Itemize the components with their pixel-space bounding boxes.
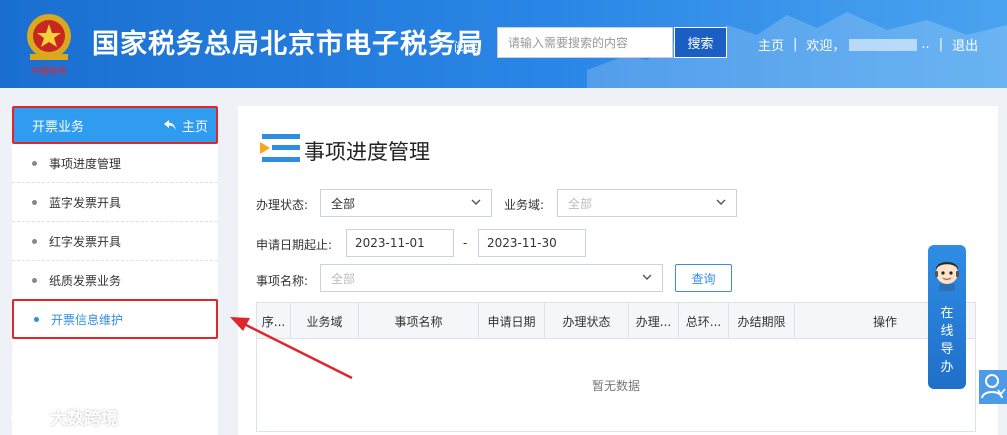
bullet-icon xyxy=(34,316,39,322)
sidebar-item-label: 纸质发票业务 xyxy=(49,273,122,288)
username-ellipsis: .. xyxy=(921,37,930,52)
back-arrow-icon xyxy=(163,120,176,130)
date-start-input[interactable]: 2023-11-01 xyxy=(346,229,454,257)
column-header: 总环... xyxy=(679,303,729,339)
sidebar-section-header: 开票业务 主页 xyxy=(12,106,218,144)
progress-table: 序... 业务域 事项名称 申请日期 办理状态 办理... 总环... 办结期限… xyxy=(256,302,976,432)
domain-select[interactable]: 全部 xyxy=(557,189,737,217)
svg-text:中国税务: 中国税务 xyxy=(31,65,67,77)
sidebar-section-title: 开票业务 xyxy=(32,119,85,135)
wechat-icon xyxy=(11,407,43,426)
date-separator: - xyxy=(463,236,468,250)
sidebar: 开票业务 主页 事项进度管理 蓝字发票开具 红字发票开具 纸质发票业务 开票信息… xyxy=(12,106,218,435)
customer-service-avatar-icon xyxy=(935,262,959,291)
chevron-down-icon xyxy=(471,199,481,205)
query-button[interactable]: 查询 xyxy=(675,264,732,292)
status-label: 办理状态: xyxy=(256,198,309,212)
nav-separator: | xyxy=(938,37,944,52)
status-value: 全部 xyxy=(331,196,356,211)
chevron-down-icon xyxy=(716,199,726,205)
domain-placeholder: 全部 xyxy=(568,196,593,211)
bullet-icon xyxy=(32,199,37,205)
guide-char: 导 xyxy=(940,342,954,357)
masked-username xyxy=(849,38,918,51)
column-header: 办理状态 xyxy=(545,303,629,339)
sidebar-item-paper-invoice[interactable]: 纸质发票业务 xyxy=(12,261,218,300)
watermark: 大数跨境 xyxy=(10,404,118,429)
item-name-select[interactable]: 全部 xyxy=(320,264,663,292)
empty-state-text: 暂无数据 xyxy=(591,379,640,393)
bullet-icon xyxy=(32,277,37,283)
chevron-down-icon xyxy=(642,274,652,280)
item-name-placeholder: 全部 xyxy=(331,271,356,286)
read-link[interactable]: 阅读 xyxy=(454,38,478,55)
header-bar: 中国税务 国家税务总局北京市电子税务局 阅读 搜索 主页 | 欢迎， .. | … xyxy=(0,0,1007,88)
main-panel: 事项进度管理 办理状态: 全部 业务域: 全部 申请日期起止: 2023-11-… xyxy=(238,106,998,435)
sidebar-item-label: 事项进度管理 xyxy=(49,156,122,171)
tax-emblem-logo: 中国税务 xyxy=(18,8,80,78)
column-header: 办结期限 xyxy=(729,303,795,339)
top-nav: 主页 | 欢迎， .. | 退出 xyxy=(758,35,978,54)
item-name-label: 事项名称: xyxy=(256,274,309,288)
list-progress-icon xyxy=(260,134,300,162)
sidebar-item-invoice-info[interactable]: 开票信息维护 xyxy=(12,299,218,339)
guide-text: 在 线 导 办 xyxy=(928,305,966,377)
sidebar-item-progress[interactable]: 事项进度管理 xyxy=(12,144,218,183)
date-range-label: 申请日期起止: xyxy=(256,238,333,252)
nav-home-link[interactable]: 主页 xyxy=(758,35,784,54)
search-button[interactable]: 搜索 xyxy=(674,27,727,58)
sidebar-item-label: 开票信息维护 xyxy=(51,312,124,327)
sidebar-home-link[interactable]: 主页 xyxy=(163,116,208,135)
sidebar-home-label: 主页 xyxy=(181,119,208,135)
column-header: 办理... xyxy=(629,303,679,339)
search-box xyxy=(497,27,673,58)
sidebar-item-red-invoice[interactable]: 红字发票开具 xyxy=(12,222,218,261)
guide-char: 在 xyxy=(940,306,954,321)
site-title: 国家税务总局北京市电子税务局 xyxy=(92,29,484,60)
sidebar-item-blue-invoice[interactable]: 蓝字发票开具 xyxy=(12,183,218,222)
user-icon xyxy=(981,374,1006,399)
guide-char: 线 xyxy=(940,324,954,339)
page-title: 事项进度管理 xyxy=(304,140,430,164)
column-header: 业务域 xyxy=(291,303,359,339)
guide-char: 办 xyxy=(940,360,954,375)
online-guide-button[interactable]: 在 线 导 办 xyxy=(928,245,966,389)
column-header: 序... xyxy=(257,303,291,339)
sidebar-item-label: 蓝字发票开具 xyxy=(49,195,122,210)
table-header: 序... 业务域 事项名称 申请日期 办理状态 办理... 总环... 办结期限… xyxy=(257,303,975,339)
column-header: 申请日期 xyxy=(479,303,545,339)
logout-link[interactable]: 退出 xyxy=(952,35,978,54)
sidebar-item-label: 红字发票开具 xyxy=(49,234,122,249)
watermark-text: 大数跨境 xyxy=(50,409,118,429)
status-select[interactable]: 全部 xyxy=(320,189,492,217)
search-input[interactable] xyxy=(498,28,672,57)
date-end-input[interactable]: 2023-11-30 xyxy=(478,229,586,257)
bullet-icon xyxy=(32,238,37,244)
domain-label: 业务域: xyxy=(504,198,545,212)
column-header: 事项名称 xyxy=(359,303,479,339)
nav-separator: | xyxy=(793,37,798,52)
user-float-button[interactable] xyxy=(979,370,1007,404)
welcome-text: 欢迎， xyxy=(806,39,846,54)
bullet-icon xyxy=(32,160,37,166)
